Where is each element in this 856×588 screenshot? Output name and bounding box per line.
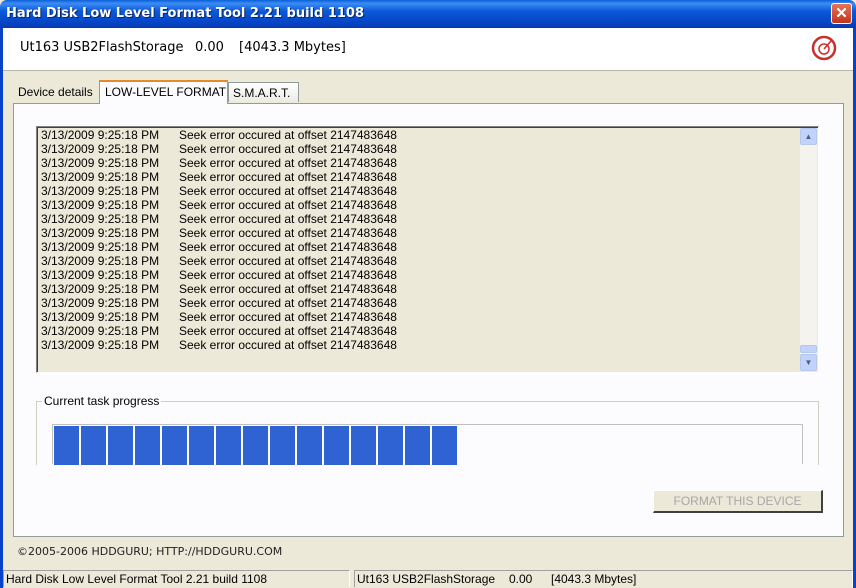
log-timestamp: 3/13/2009 9:25:18 PM (41, 268, 160, 282)
log-lines: 3/13/2009 9:25:18 PM Seek error occured a… (41, 128, 397, 352)
close-icon: ✕ (835, 5, 848, 22)
log-message: Seek error occured at offset 2147483648 (179, 254, 397, 268)
progress-block (189, 426, 214, 465)
tab-low-level-format[interactable]: LOW-LEVEL FORMAT (99, 80, 228, 104)
log-line: 3/13/2009 9:25:18 PM Seek error occured a… (41, 310, 397, 324)
progress-block (378, 426, 403, 465)
progress-fill (54, 426, 459, 465)
device-size: [4043.3 Mbytes] (239, 40, 346, 55)
log-line: 3/13/2009 9:25:18 PM Seek error occured a… (41, 184, 397, 198)
device-header: Ut163 USB2FlashStorage 0.00 [4043.3 Mbyt… (3, 28, 853, 71)
status-bar: Hard Disk Low Level Format Tool 2.21 bui… (3, 570, 853, 588)
log-timestamp: 3/13/2009 9:25:18 PM (41, 254, 160, 268)
log-message: Seek error occured at offset 2147483648 (179, 198, 397, 212)
log-line: 3/13/2009 9:25:18 PM Seek error occured a… (41, 212, 397, 226)
log-message: Seek error occured at offset 2147483648 (179, 212, 397, 226)
title-bar[interactable]: Hard Disk Low Level Format Tool 2.21 bui… (0, 0, 856, 28)
log-message: Seek error occured at offset 2147483648 (179, 310, 397, 324)
log-line: 3/13/2009 9:25:18 PM Seek error occured a… (41, 338, 397, 352)
chevron-down-icon: ▼ (804, 358, 813, 367)
progress-block (297, 426, 322, 465)
log-timestamp: 3/13/2009 9:25:18 PM (41, 310, 160, 324)
log-timestamp: 3/13/2009 9:25:18 PM (41, 338, 160, 352)
log-line: 3/13/2009 9:25:18 PM Seek error occured a… (41, 142, 397, 156)
close-button[interactable]: ✕ (831, 3, 852, 24)
log-timestamp: 3/13/2009 9:25:18 PM (41, 184, 160, 198)
tab-smart[interactable]: S.M.A.R.T. (228, 82, 299, 102)
log-message: Seek error occured at offset 2147483648 (179, 296, 397, 310)
format-device-button[interactable]: FORMAT THIS DEVICE (653, 490, 823, 513)
progress-block (351, 426, 376, 465)
log-line: 3/13/2009 9:25:18 PM Seek error occured a… (41, 240, 397, 254)
hddguru-logo-icon (811, 35, 837, 61)
copyright-text: ©2005-2006 HDDGURU; HTTP://HDDGURU.COM (17, 545, 283, 558)
tab-device-details[interactable]: Device details (13, 82, 99, 102)
log-timestamp: 3/13/2009 9:25:18 PM (41, 198, 160, 212)
log-message: Seek error occured at offset 2147483648 (179, 324, 397, 338)
log-message: Seek error occured at offset 2147483648 (179, 226, 397, 240)
log-timestamp: 3/13/2009 9:25:18 PM (41, 282, 160, 296)
log-timestamp: 3/13/2009 9:25:18 PM (41, 170, 160, 184)
window-frame-left (0, 28, 3, 588)
log-scrollbar[interactable]: ▲ ▼ (800, 128, 817, 371)
progress-block (162, 426, 187, 465)
status-device: Ut163 USB2FlashStorage 0.00 [4043.3 Mbytes… (354, 570, 853, 587)
log-line: 3/13/2009 9:25:18 PM Seek error occured a… (41, 268, 397, 282)
scrollbar-thumb[interactable] (800, 345, 817, 353)
log-message: Seek error occured at offset 2147483648 (179, 240, 397, 254)
log-timestamp: 3/13/2009 9:25:18 PM (41, 156, 160, 170)
status-app-name: Hard Disk Low Level Format Tool 2.21 bui… (3, 570, 350, 587)
log-timestamp: 3/13/2009 9:25:18 PM (41, 142, 160, 156)
log-timestamp: 3/13/2009 9:25:18 PM (41, 128, 160, 142)
log-message: Seek error occured at offset 2147483648 (179, 156, 397, 170)
progress-block (108, 426, 133, 465)
log-message: Seek error occured at offset 2147483648 (179, 142, 397, 156)
log-line: 3/13/2009 9:25:18 PM Seek error occured a… (41, 324, 397, 338)
log-timestamp: 3/13/2009 9:25:18 PM (41, 212, 160, 226)
log-line: 3/13/2009 9:25:18 PM Seek error occured a… (41, 156, 397, 170)
progress-block (54, 426, 79, 465)
log-message: Seek error occured at offset 2147483648 (179, 268, 397, 282)
progress-block (405, 426, 430, 465)
log-line: 3/13/2009 9:25:18 PM Seek error occured a… (41, 198, 397, 212)
log-message: Seek error occured at offset 2147483648 (179, 282, 397, 296)
window-title: Hard Disk Low Level Format Tool 2.21 bui… (6, 6, 365, 21)
device-name: Ut163 USB2FlashStorage (20, 40, 184, 55)
log-line: 3/13/2009 9:25:18 PM Seek error occured a… (41, 128, 397, 142)
progress-label: Current task progress (42, 394, 162, 408)
status-device-size: [4043.3 Mbytes] (551, 572, 637, 586)
progress-block (216, 426, 241, 465)
log-listbox[interactable]: 3/13/2009 9:25:18 PM Seek error occured a… (36, 126, 819, 373)
log-message: Seek error occured at offset 2147483648 (179, 128, 397, 142)
log-line: 3/13/2009 9:25:18 PM Seek error occured a… (41, 254, 397, 268)
scroll-down-button[interactable]: ▼ (800, 354, 817, 371)
log-timestamp: 3/13/2009 9:25:18 PM (41, 296, 160, 310)
progress-block (81, 426, 106, 465)
log-timestamp: 3/13/2009 9:25:18 PM (41, 240, 160, 254)
progress-block (324, 426, 349, 465)
progress-block (243, 426, 268, 465)
progress-block (270, 426, 295, 465)
progress-block (432, 426, 457, 465)
status-device-name: Ut163 USB2FlashStorage (357, 572, 496, 586)
log-line: 3/13/2009 9:25:18 PM Seek error occured a… (41, 282, 397, 296)
log-line: 3/13/2009 9:25:18 PM Seek error occured a… (41, 170, 397, 184)
progress-bar (52, 424, 803, 465)
log-timestamp: 3/13/2009 9:25:18 PM (41, 324, 160, 338)
log-message: Seek error occured at offset 2147483648 (179, 184, 397, 198)
log-line: 3/13/2009 9:25:18 PM Seek error occured a… (41, 296, 397, 310)
device-value: 0.00 (195, 40, 224, 55)
log-message: Seek error occured at offset 2147483648 (179, 338, 397, 352)
log-message: Seek error occured at offset 2147483648 (179, 170, 397, 184)
log-timestamp: 3/13/2009 9:25:18 PM (41, 226, 160, 240)
chevron-up-icon: ▲ (804, 132, 813, 141)
scroll-up-button[interactable]: ▲ (800, 128, 817, 145)
log-line: 3/13/2009 9:25:18 PM Seek error occured a… (41, 226, 397, 240)
status-device-value: 0.00 (509, 572, 533, 586)
progress-block (135, 426, 160, 465)
